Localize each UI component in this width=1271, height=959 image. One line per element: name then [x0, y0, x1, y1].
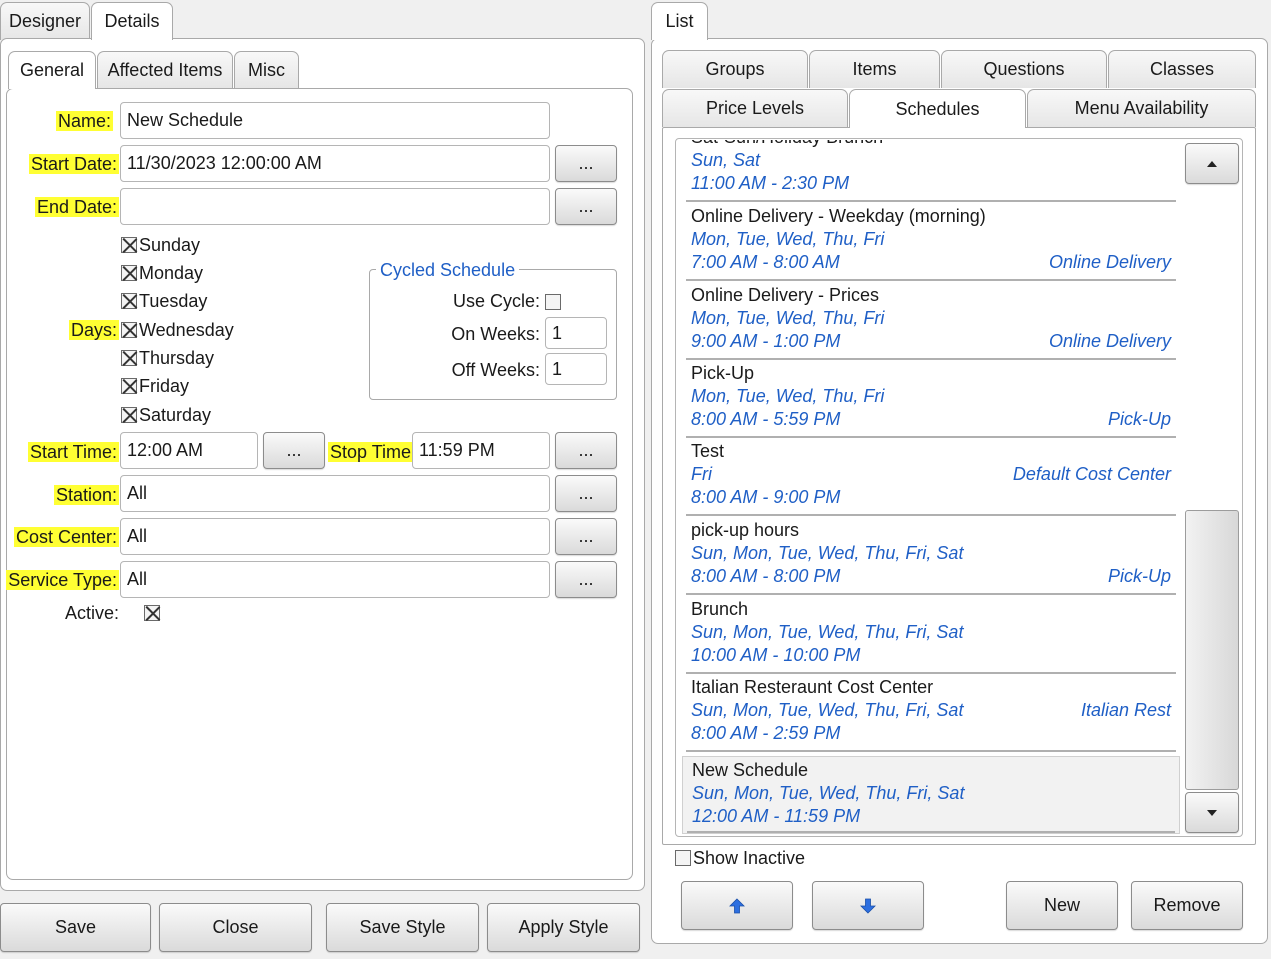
- schedule-list-viewport: Sat-Sun/Holiday Brunch Sun, Sat 11:00 AM…: [0, 140, 1271, 834]
- list-item[interactable]: Sat-Sun/Holiday Brunch Sun, Sat 11:00 AM…: [682, 140, 1180, 202]
- list-item[interactable]: Brunch Sun, Mon, Tue, Wed, Thu, Fri, Sat…: [682, 596, 1180, 674]
- scroll-down-arrow-icon: [1207, 809, 1217, 816]
- tab-schedules[interactable]: Schedules: [849, 89, 1026, 128]
- tab-details[interactable]: Details: [91, 2, 173, 40]
- list-item[interactable]: Italian Resteraunt Cost Center Sun, Mon,…: [682, 674, 1180, 752]
- tab-price-levels[interactable]: Price Levels: [662, 89, 848, 127]
- move-up-arrow-icon: [729, 897, 745, 913]
- list-item[interactable]: Online Delivery - Weekday (morning) Mon,…: [682, 203, 1180, 281]
- new-button[interactable]: New: [1006, 881, 1118, 930]
- list-item-selected[interactable]: New Schedule Sun, Mon, Tue, Wed, Thu, Fr…: [682, 756, 1180, 834]
- remove-button[interactable]: Remove: [1131, 881, 1243, 930]
- scrollbar-thumb[interactable]: [1185, 510, 1239, 790]
- scroll-down-button[interactable]: [1185, 792, 1239, 833]
- save-style-button[interactable]: Save Style: [326, 903, 479, 952]
- list-item[interactable]: pick-up hours Sun, Mon, Tue, Wed, Thu, F…: [682, 517, 1180, 595]
- move-up-button[interactable]: [681, 881, 793, 930]
- tab-general[interactable]: General: [8, 51, 96, 89]
- tab-classes[interactable]: Classes: [1108, 50, 1256, 88]
- name-field[interactable]: [120, 102, 550, 139]
- tab-misc[interactable]: Misc: [234, 51, 299, 88]
- tab-list[interactable]: List: [651, 2, 708, 40]
- tab-menu-availability[interactable]: Menu Availability: [1027, 89, 1256, 127]
- move-down-arrow-icon: [860, 898, 876, 914]
- name-label: Name:: [55, 111, 113, 131]
- tab-groups[interactable]: Groups: [662, 50, 808, 88]
- scroll-up-button[interactable]: [1185, 143, 1239, 184]
- tab-affected-items[interactable]: Affected Items: [97, 51, 233, 88]
- tab-items[interactable]: Items: [809, 50, 940, 88]
- list-item[interactable]: Test Fri 8:00 AM - 9:00 PM Default Cost …: [682, 438, 1180, 516]
- show-inactive-toggle[interactable]: Show Inactive: [675, 846, 805, 870]
- save-button[interactable]: Save: [0, 903, 151, 952]
- close-button[interactable]: Close: [159, 903, 312, 952]
- checkbox-icon[interactable]: [675, 850, 691, 866]
- list-item[interactable]: Online Delivery - Prices Mon, Tue, Wed, …: [682, 282, 1180, 360]
- tab-questions[interactable]: Questions: [941, 50, 1107, 88]
- tab-designer[interactable]: Designer: [0, 2, 90, 40]
- list-item[interactable]: Pick-Up Mon, Tue, Wed, Thu, Fri 8:00 AM …: [682, 360, 1180, 438]
- apply-style-button[interactable]: Apply Style: [487, 903, 640, 952]
- move-down-button[interactable]: [812, 881, 924, 930]
- scroll-up-arrow-icon: [1207, 160, 1217, 167]
